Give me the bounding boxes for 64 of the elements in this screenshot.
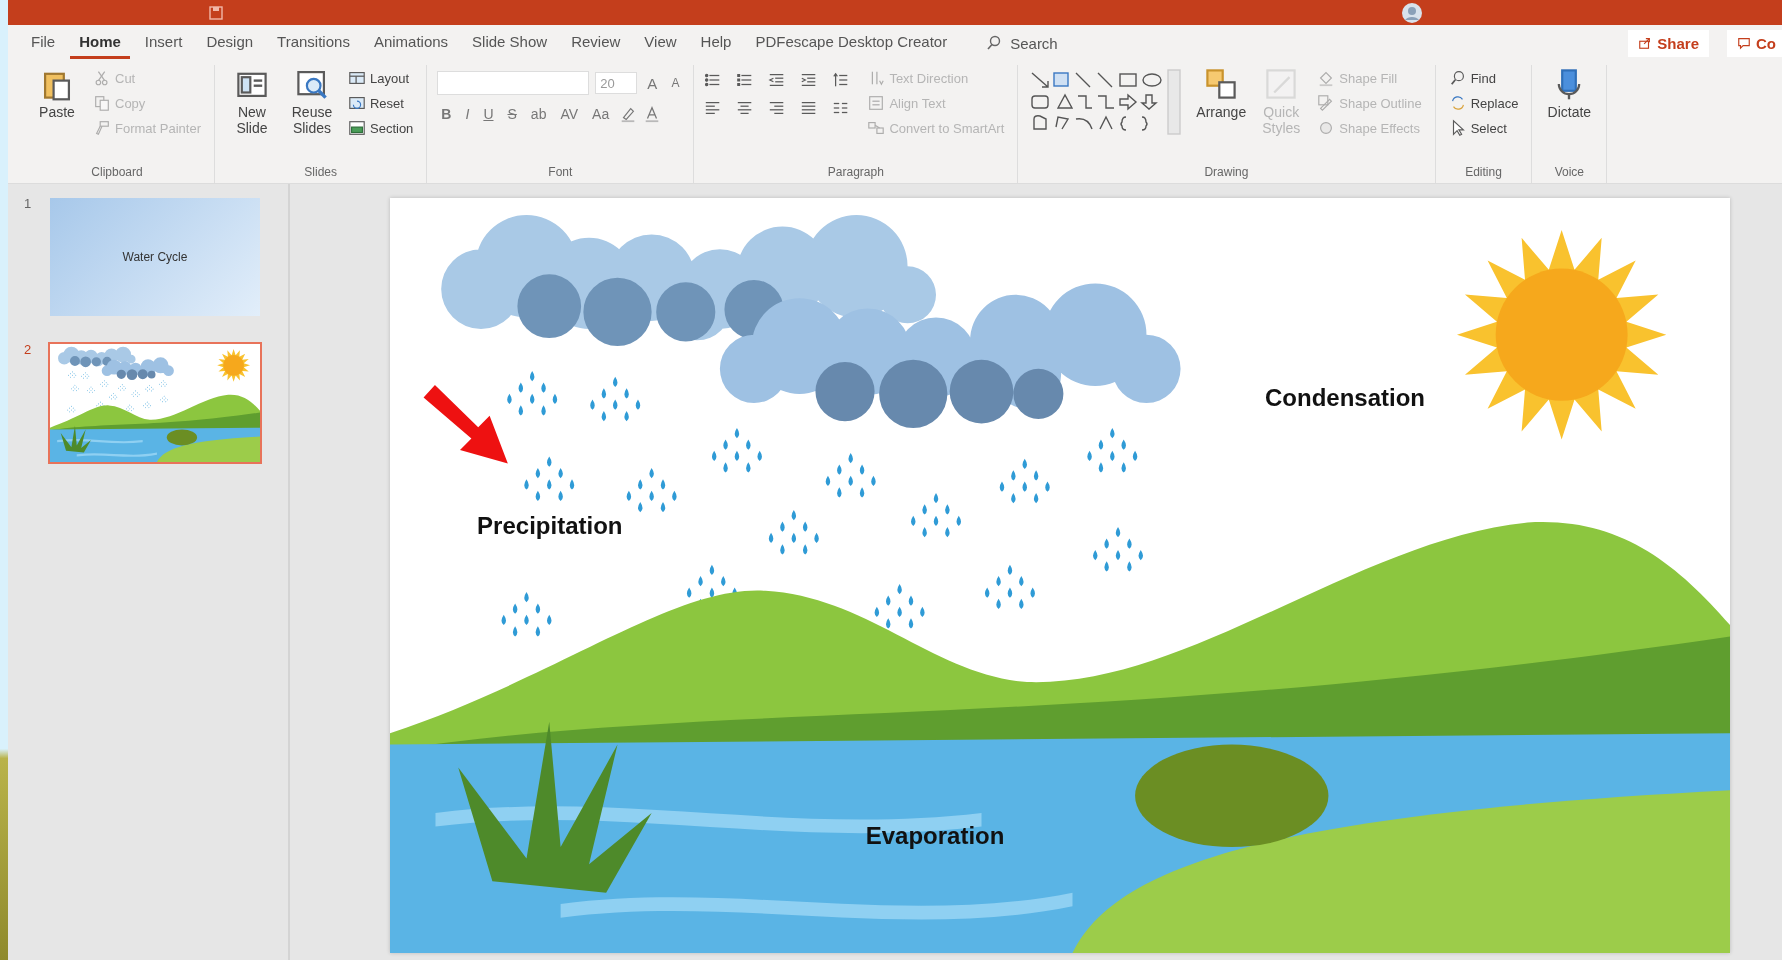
ribbon-button[interactable]: Section bbox=[345, 117, 417, 139]
font-name-field[interactable] bbox=[437, 71, 590, 95]
ribbon-button[interactable]: New Slide bbox=[225, 65, 279, 139]
format-button[interactable]: B bbox=[437, 106, 456, 122]
ribbon-tab[interactable]: Transitions bbox=[268, 27, 359, 59]
ribbon-button[interactable]: Arrange bbox=[1194, 65, 1249, 123]
scissors-icon bbox=[93, 69, 111, 87]
search-icon bbox=[986, 35, 1003, 51]
ribbon-button[interactable]: Layout bbox=[345, 67, 417, 89]
group-label: Slides bbox=[303, 165, 338, 181]
search-icon bbox=[1448, 69, 1467, 87]
ribbon-tab[interactable]: File bbox=[22, 27, 65, 59]
format-button[interactable]: ab bbox=[526, 106, 551, 122]
grow-font-button[interactable]: A bbox=[643, 74, 662, 92]
ribbon-button[interactable]: Select bbox=[1445, 117, 1522, 139]
ribbon-button[interactable]: Reset bbox=[345, 92, 417, 114]
ribbon-tab[interactable]: PDFescape Desktop Creator bbox=[746, 27, 957, 59]
ribbon-button[interactable]: Replace bbox=[1445, 92, 1522, 114]
squares-icon bbox=[1204, 67, 1239, 101]
section-icon bbox=[348, 119, 366, 137]
save-icon[interactable] bbox=[208, 4, 224, 21]
group-label: Drawing bbox=[1203, 165, 1250, 181]
group-label: Clipboard bbox=[90, 165, 144, 181]
shrink-font-button[interactable]: A bbox=[667, 76, 684, 90]
group-label: Editing bbox=[1464, 165, 1503, 181]
ribbon-tab[interactable]: Review bbox=[562, 27, 630, 59]
ribbon-tab[interactable]: View bbox=[635, 27, 686, 59]
share-button[interactable]: Share bbox=[1628, 29, 1709, 57]
group-label: Font bbox=[547, 165, 574, 181]
reset-icon bbox=[348, 94, 366, 112]
ribbon-tab[interactable]: Insert bbox=[135, 27, 192, 59]
avatar-icon[interactable] bbox=[1402, 2, 1422, 23]
slide-label: Precipitation bbox=[477, 512, 623, 541]
format-button[interactable]: I bbox=[461, 106, 474, 122]
search-field[interactable]: Search bbox=[1008, 33, 1083, 53]
ribbon-tab[interactable]: Design bbox=[197, 27, 263, 59]
ribbon-tab[interactable]: Help bbox=[691, 27, 741, 59]
smartart-icon bbox=[867, 119, 886, 137]
ribbon-button[interactable]: Dictate bbox=[1542, 65, 1597, 123]
ribbon-button[interactable]: Paste bbox=[30, 65, 84, 123]
layout-icon bbox=[348, 69, 366, 87]
ribbon-button[interactable]: Reuse Slides bbox=[285, 65, 339, 139]
comments-button[interactable]: Co bbox=[1727, 29, 1782, 57]
slide-title: Water Cycle bbox=[122, 250, 188, 264]
ribbon-tab[interactable]: Slide Show bbox=[463, 27, 557, 59]
share-icon bbox=[1638, 36, 1653, 50]
format-button[interactable]: U bbox=[479, 106, 498, 122]
slide-number: 1 bbox=[24, 196, 33, 213]
comment-icon bbox=[1737, 36, 1751, 50]
pages-icon bbox=[93, 94, 111, 112]
slide-label: Condensation bbox=[1265, 383, 1425, 412]
slide-label: Evaporation bbox=[865, 821, 1005, 850]
slide-thumbnail[interactable]: Water Cycle bbox=[48, 196, 262, 318]
group-label: Paragraph bbox=[826, 165, 885, 181]
slide-number: 2 bbox=[24, 342, 33, 359]
ribbon-button[interactable]: Find bbox=[1445, 67, 1522, 89]
format-button[interactable]: S bbox=[503, 106, 521, 122]
ribbon-tab[interactable]: Animations bbox=[364, 27, 458, 59]
format-button[interactable]: AV bbox=[556, 106, 583, 122]
align-text-icon bbox=[867, 94, 886, 112]
style-icon bbox=[1264, 67, 1299, 101]
format-button[interactable]: Aa bbox=[588, 106, 614, 122]
group-label: Voice bbox=[1553, 165, 1586, 181]
brush-icon bbox=[93, 119, 111, 137]
